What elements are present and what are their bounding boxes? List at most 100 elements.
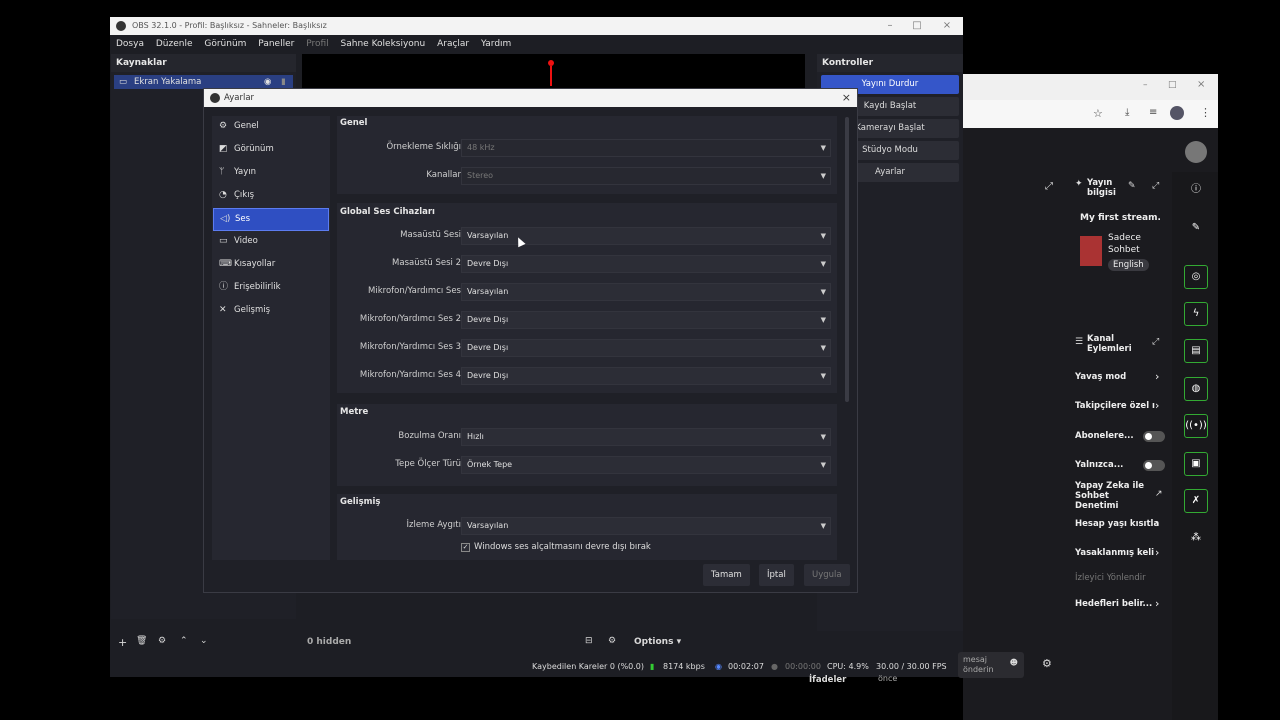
- wrench-icon[interactable]: ✗: [1184, 489, 1208, 513]
- channel-actions-expand-icon[interactable]: ⤢: [1152, 337, 1159, 347]
- down-arrow-icon[interactable]: ⌄: [200, 636, 208, 646]
- media-control-icon[interactable]: ≡: [1149, 107, 1157, 118]
- edit-icon[interactable]: ✎: [1128, 181, 1136, 191]
- account-age-row[interactable]: Hesap yaşı kısıtla: [1075, 519, 1159, 529]
- banned-words-row[interactable]: Yasaklanmış keli: [1075, 548, 1154, 558]
- nav-erisebilirlik[interactable]: ⓘ Erişebilirlik: [213, 277, 329, 300]
- settings-scrollbar[interactable]: [845, 117, 849, 402]
- menu-dosya[interactable]: Dosya: [116, 39, 144, 49]
- chat-input[interactable]: mesaj önderin ☻: [958, 652, 1024, 678]
- eye-icon[interactable]: ◉: [264, 75, 271, 89]
- gear-icon[interactable]: ⚙: [158, 636, 166, 646]
- peak-meter-value: Örnek Tepe: [467, 460, 513, 469]
- chat-bubble-icon[interactable]: ◍: [1184, 377, 1208, 401]
- close-button[interactable]: ×: [932, 17, 962, 35]
- download-icon[interactable]: ⤓: [1125, 107, 1129, 118]
- emote-icon[interactable]: ☻: [1010, 658, 1018, 668]
- time-ago-label: önce: [878, 674, 898, 683]
- goals-row[interactable]: Hedefleri belir...: [1075, 599, 1152, 609]
- sample-rate-select[interactable]: 48 kHz ▼: [461, 139, 831, 157]
- expand-icon[interactable]: ⤢: [1152, 181, 1159, 191]
- ok-button[interactable]: Tamam: [703, 564, 750, 586]
- cancel-button[interactable]: İptal: [759, 564, 794, 586]
- nav-gorunum[interactable]: ◩ Görünüm: [213, 139, 329, 162]
- maximize-button[interactable]: □: [902, 17, 932, 35]
- monitoring-device-select[interactable]: Varsayılan ▼: [461, 517, 831, 535]
- dialog-close-icon[interactable]: ×: [842, 89, 851, 107]
- document-icon[interactable]: ▤: [1184, 339, 1208, 363]
- nav-genel[interactable]: ⚙ Genel: [213, 116, 329, 139]
- browser-close-button[interactable]: ×: [1197, 79, 1205, 90]
- mic-audio-select[interactable]: Varsayılan ▼: [461, 283, 831, 301]
- source-item[interactable]: ▭ Ekran Yakalama ◉ ▮: [114, 75, 293, 89]
- nav-yayin[interactable]: ᛘ Yayın: [213, 162, 329, 185]
- mic-audio-3-select[interactable]: Devre Dışı ▼: [461, 339, 831, 357]
- nav-video[interactable]: ▭ Video: [213, 231, 329, 254]
- chevron-right-icon[interactable]: ›: [1155, 546, 1159, 559]
- user-avatar[interactable]: [1185, 141, 1207, 163]
- chevron-down-icon: ▼: [820, 433, 826, 441]
- add-icon[interactable]: +: [118, 636, 127, 649]
- broadcast-icon[interactable]: ((•)): [1184, 414, 1208, 438]
- up-arrow-icon[interactable]: ⌃: [180, 636, 188, 646]
- followers-only-row[interactable]: Takipçilere özel ı: [1075, 401, 1155, 411]
- chat-settings-icon[interactable]: ⚙: [1042, 657, 1052, 670]
- pencil-icon[interactable]: ✎: [1184, 217, 1208, 241]
- language-tag[interactable]: English: [1108, 259, 1149, 271]
- slow-mode-row[interactable]: Yavaş mod: [1075, 372, 1126, 382]
- mic-audio-2-select[interactable]: Devre Dışı ▼: [461, 311, 831, 329]
- lightning-icon[interactable]: ϟ: [1184, 302, 1208, 326]
- bookmark-star-icon[interactable]: ☆: [1093, 107, 1103, 120]
- mixer-layout-icon[interactable]: ⊟: [585, 636, 593, 646]
- menu-profil[interactable]: Profil: [306, 39, 328, 49]
- peak-meter-select[interactable]: Örnek Tepe ▼: [461, 456, 831, 474]
- chevron-right-icon[interactable]: ›: [1155, 399, 1159, 412]
- trash-icon[interactable]: 🗑: [136, 636, 147, 646]
- chevron-right-icon[interactable]: ›: [1155, 370, 1159, 383]
- popout-icon[interactable]: ⤢: [1045, 181, 1053, 192]
- ducking-checkbox[interactable]: ✓: [461, 543, 470, 552]
- menu-paneller[interactable]: Paneller: [258, 39, 294, 49]
- menu-sahne-koleksiyonu[interactable]: Sahne Koleksiyonu: [341, 39, 426, 49]
- browser-maximize-button[interactable]: □: [1168, 80, 1177, 90]
- decay-rate-select[interactable]: Hızlı ▼: [461, 428, 831, 446]
- nav-label: Video: [234, 236, 258, 246]
- nav-label: Görünüm: [234, 144, 274, 154]
- mic-audio-4-select[interactable]: Devre Dışı ▼: [461, 367, 831, 385]
- profile-avatar[interactable]: [1170, 106, 1184, 120]
- desktop-audio-2-select[interactable]: Devre Dışı ▼: [461, 255, 831, 273]
- sample-rate-label: Örnekleme Sıklığı: [386, 142, 461, 152]
- apply-button[interactable]: Uygula: [804, 564, 850, 586]
- nav-cikis[interactable]: ◔ Çıkış: [213, 185, 329, 208]
- channel-actions-icon: ☰: [1075, 337, 1084, 347]
- mixer-settings-icon[interactable]: ⚙: [608, 636, 616, 646]
- info-icon[interactable]: ⓘ: [1184, 179, 1208, 203]
- options-button[interactable]: Options ▾: [634, 637, 681, 647]
- hidden-count: 0 hidden: [307, 637, 352, 647]
- menu-yardim[interactable]: Yardım: [481, 39, 511, 49]
- menu-duzenle[interactable]: Düzenle: [156, 39, 193, 49]
- subscribers-toggle[interactable]: [1143, 431, 1165, 442]
- settings-dialog: Ayarlar × ⚙ Genel ◩ Görünüm ᛘ Yayın ◔ Çıkış …: [203, 88, 858, 593]
- channel-actions-title: Kanal Eylemleri: [1087, 334, 1132, 354]
- ai-moderation-row[interactable]: Yapay Zeka ile Sohbet Denetimi: [1075, 481, 1150, 511]
- chevron-right-icon[interactable]: ›: [1155, 597, 1159, 610]
- minimize-button[interactable]: –: [875, 17, 905, 35]
- monitoring-device-label: İzleme Aygıtı: [406, 520, 462, 530]
- settings-title: Ayarlar: [224, 93, 255, 103]
- share-icon[interactable]: ⁂: [1184, 527, 1208, 551]
- browser-menu-icon[interactable]: ⋮: [1200, 106, 1211, 119]
- nav-gelismis[interactable]: ✕ Gelişmiş: [213, 300, 329, 323]
- only-toggle[interactable]: [1143, 460, 1165, 471]
- browser-minimize-button[interactable]: –: [1143, 80, 1148, 90]
- nav-kisayollar[interactable]: ⌨ Kısayollar: [213, 254, 329, 277]
- menu-araclar[interactable]: Araçlar: [437, 39, 469, 49]
- chevron-right-icon[interactable]: ›: [1155, 517, 1159, 530]
- menu-gorunum[interactable]: Görünüm: [204, 39, 246, 49]
- layers-icon[interactable]: ▣: [1184, 452, 1208, 476]
- nav-ses[interactable]: ◁) Ses: [213, 208, 329, 231]
- chevron-down-icon: ▼: [820, 461, 826, 469]
- clip-icon[interactable]: ◎: [1184, 265, 1208, 289]
- lock-icon[interactable]: ▮: [281, 75, 286, 89]
- channels-select[interactable]: Stereo ▼: [461, 167, 831, 185]
